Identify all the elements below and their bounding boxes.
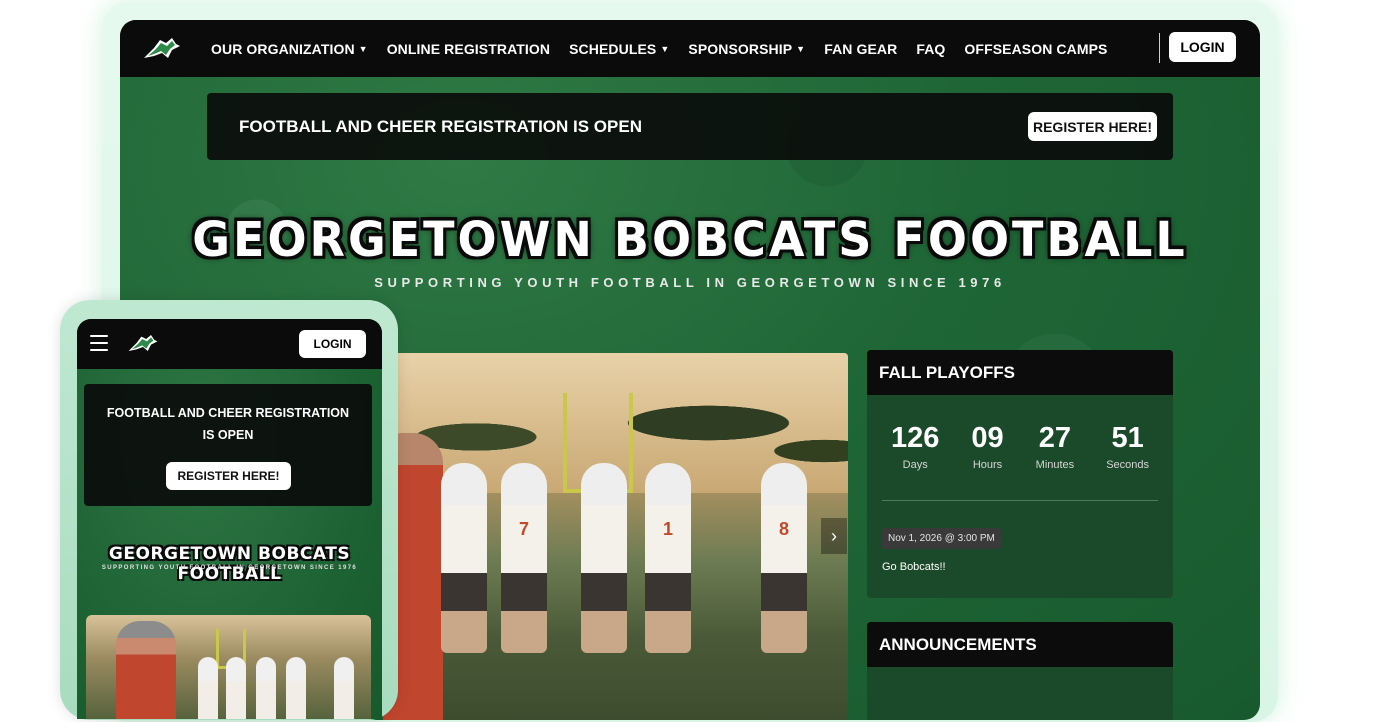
mobile-top-navigation-bar: LOGIN: [77, 319, 382, 369]
countdown-minutes: 27 Minutes: [1036, 422, 1075, 471]
mobile-screen: LOGIN FOOTBALL AND CHEER REGISTRATION IS…: [77, 319, 382, 719]
photo-player: 7: [501, 463, 547, 653]
countdown-days: 126 Days: [891, 422, 939, 471]
registration-banner-text: FOOTBALL AND CHEER REGISTRATION IS OPEN: [239, 117, 642, 136]
nav-item-fan-gear[interactable]: FAN GEAR: [824, 41, 897, 57]
nav-item-label: OFFSEASON CAMPS: [964, 40, 1108, 57]
countdown-label: Seconds: [1106, 459, 1149, 471]
nav-item-label: FAN GEAR: [824, 40, 898, 57]
jersey-number: 1: [662, 519, 673, 539]
mobile-hero-photo[interactable]: [86, 615, 371, 719]
photo-coach: [116, 621, 176, 719]
countdown-value: 27: [1038, 422, 1072, 454]
countdown-value: 09: [971, 422, 1004, 454]
nav-item-offseason-camps[interactable]: OFFSEASON CAMPS: [964, 41, 1107, 57]
photo-player: [581, 463, 627, 653]
countdown-value: 51: [1111, 422, 1144, 454]
nav-item-faq[interactable]: FAQ: [916, 41, 945, 57]
mobile-registration-banner: FOOTBALL AND CHEER REGISTRATION IS OPEN …: [84, 384, 372, 506]
mobile-login-button[interactable]: LOGIN: [299, 330, 366, 358]
countdown-seconds: 51 Seconds: [1106, 422, 1149, 471]
registration-banner: FOOTBALL AND CHEER REGISTRATION IS OPEN …: [207, 93, 1173, 160]
photo-player: [226, 657, 246, 719]
bobcat-logo-icon[interactable]: [127, 331, 159, 355]
top-navigation-bar: OUR ORGANIZATION ▼ ONLINE REGISTRATION SC…: [120, 20, 1260, 77]
nav-item-label: FAQ: [916, 40, 946, 57]
nav-item-sponsorship[interactable]: SPONSORSHIP ▼: [688, 41, 805, 57]
nav-divider: [1159, 33, 1160, 63]
countdown-label: Hours: [972, 459, 1003, 471]
announcements-title: ANNOUNCEMENTS: [867, 622, 1173, 667]
mobile-registration-banner-text: FOOTBALL AND CHEER REGISTRATION IS OPEN: [106, 406, 350, 442]
event-date-badge: Nov 1, 2026 @ 3:00 PM: [882, 528, 1001, 549]
photo-player: [256, 657, 276, 719]
event-description: Go Bobcats!!: [882, 561, 946, 573]
nav-item-label: OUR ORGANIZATION: [211, 40, 355, 57]
hero-subtitle: SUPPORTING YOUTH FOOTBALL IN GEORGETOWN …: [374, 275, 1006, 290]
mobile-hero-subtitle: SUPPORTING YOUTH FOOTBALL IN GEORGETOWN …: [101, 565, 358, 571]
jersey-number: 7: [518, 519, 529, 539]
register-here-button[interactable]: REGISTER HERE!: [1028, 112, 1157, 141]
bobcat-logo-icon[interactable]: [142, 34, 182, 62]
photo-player: [334, 657, 354, 719]
nav-menu: OUR ORGANIZATION ▼ ONLINE REGISTRATION SC…: [211, 20, 1108, 77]
caret-down-icon: ▼: [660, 43, 670, 54]
nav-item-label: ONLINE REGISTRATION: [386, 40, 551, 57]
mobile-hero-title: GEORGETOWN BOBCATS FOOTBALL: [108, 544, 351, 584]
divider: [882, 500, 1158, 501]
nav-item-label: SPONSORSHIP: [688, 40, 793, 57]
jersey-number: 8: [778, 519, 789, 539]
countdown-hours: 09 Hours: [971, 422, 1003, 471]
hamburger-menu-icon[interactable]: [90, 335, 108, 351]
nav-item-online-registration[interactable]: ONLINE REGISTRATION: [387, 41, 550, 57]
countdown-timer: 126 Days 09 Hours 27 Minutes 51 Seconds: [867, 422, 1173, 471]
fall-playoffs-panel: FALL PLAYOFFS 126 Days 09 Hours 27 Minutes …: [867, 350, 1173, 598]
photo-player: 1: [645, 463, 691, 653]
photo-player: [198, 657, 218, 719]
nav-item-label: SCHEDULES: [569, 40, 657, 57]
announcements-panel: ANNOUNCEMENTS: [867, 622, 1173, 720]
hero-title: GEORGETOWN BOBCATS FOOTBALL: [192, 210, 1188, 268]
mobile-register-here-button[interactable]: REGISTER HERE!: [166, 462, 291, 490]
hero-carousel-photo[interactable]: 7 1 8 ›: [383, 353, 848, 720]
mobile-device-frame: LOGIN FOOTBALL AND CHEER REGISTRATION IS…: [60, 300, 398, 720]
chevron-right-icon[interactable]: ›: [821, 518, 847, 554]
photo-player: [441, 463, 487, 653]
photo-player: [286, 657, 306, 719]
login-button[interactable]: LOGIN: [1169, 32, 1236, 62]
caret-down-icon: ▼: [358, 43, 368, 54]
fall-playoffs-title: FALL PLAYOFFS: [867, 350, 1173, 395]
countdown-label: Minutes: [1035, 459, 1075, 471]
countdown-value: 126: [891, 422, 940, 454]
nav-item-schedules[interactable]: SCHEDULES ▼: [569, 41, 669, 57]
caret-down-icon: ▼: [796, 43, 806, 54]
photo-player: 8: [761, 463, 807, 653]
countdown-label: Days: [902, 459, 928, 471]
nav-item-our-organization[interactable]: OUR ORGANIZATION ▼: [211, 41, 368, 57]
